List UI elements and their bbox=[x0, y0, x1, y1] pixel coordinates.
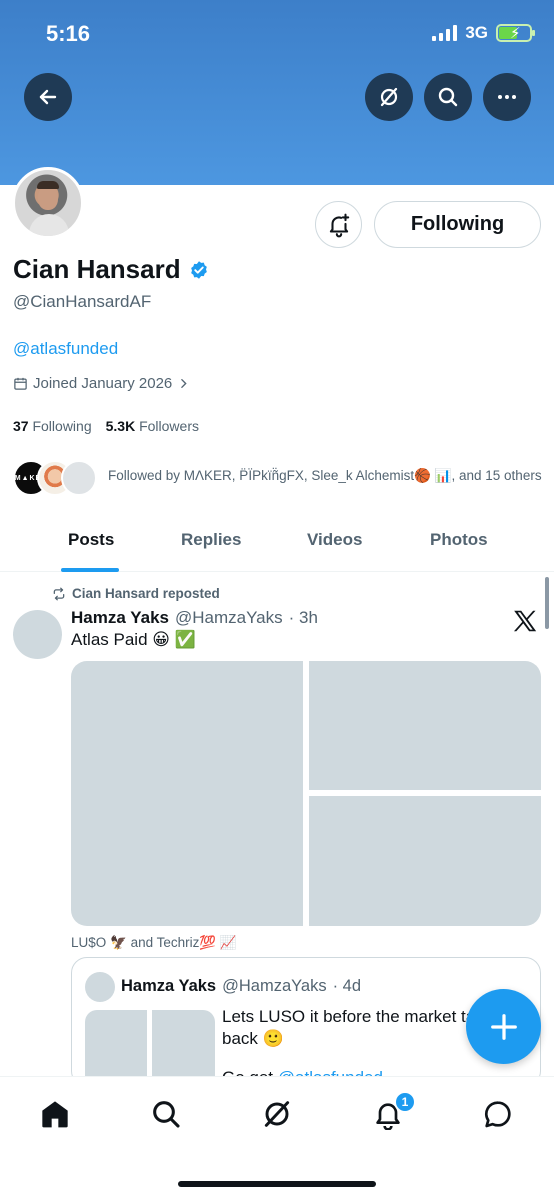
joined-text: Joined January 2026 bbox=[33, 375, 173, 392]
home-icon bbox=[42, 1101, 68, 1128]
following-count-link[interactable]: 37 Following bbox=[13, 418, 92, 434]
tagged-users[interactable]: LU$O 🦅 and Techriz💯 📈 bbox=[71, 935, 237, 951]
compose-post-button[interactable] bbox=[466, 989, 541, 1064]
joined-date[interactable]: Joined January 2026 bbox=[13, 375, 190, 392]
status-indicators: 3G ⚡ bbox=[432, 23, 535, 43]
post-image[interactable] bbox=[309, 661, 541, 790]
x-logo-icon bbox=[513, 610, 537, 632]
network-type: 3G bbox=[465, 23, 488, 42]
tab-photos[interactable]: Photos bbox=[430, 530, 488, 550]
quote-author-avatar bbox=[85, 972, 115, 1002]
active-tab-indicator bbox=[61, 568, 119, 572]
bell-plus-icon bbox=[329, 213, 349, 237]
followers-count-link[interactable]: 5.3K Followers bbox=[106, 418, 199, 434]
scrollbar[interactable] bbox=[545, 577, 549, 629]
grok-icon bbox=[264, 1101, 290, 1127]
display-name: Cian Hansard bbox=[13, 254, 209, 285]
follow-counts: 37 Following 5.3K Followers bbox=[13, 418, 199, 434]
nav-messages[interactable] bbox=[480, 1096, 516, 1132]
quote-header: Hamza Yaks @HamzaYaks · 4d bbox=[121, 977, 361, 996]
nav-search[interactable] bbox=[148, 1096, 184, 1132]
repost-icon bbox=[53, 587, 65, 600]
follower-avatar bbox=[61, 460, 97, 496]
bottom-navigation: 1 bbox=[0, 1076, 554, 1199]
following-button[interactable]: Following bbox=[374, 201, 541, 248]
tab-posts[interactable]: Posts bbox=[68, 530, 114, 550]
profile-handle: @CianHansardAF bbox=[13, 292, 152, 311]
quote-time: · 4d bbox=[332, 977, 362, 995]
tab-replies[interactable]: Replies bbox=[181, 530, 241, 550]
verified-badge-icon[interactable] bbox=[189, 260, 209, 280]
search-icon bbox=[438, 87, 458, 107]
status-time: 5:16 bbox=[46, 21, 91, 46]
tab-videos[interactable]: Videos bbox=[307, 530, 362, 550]
quote-author-handle: @HamzaYaks bbox=[222, 977, 327, 995]
search-button[interactable] bbox=[424, 73, 472, 121]
profile-tabs: Posts Replies Videos Photos bbox=[0, 520, 554, 572]
chat-bubble-icon bbox=[485, 1101, 511, 1128]
more-options-button[interactable] bbox=[483, 73, 531, 121]
post-author-avatar[interactable] bbox=[13, 610, 62, 659]
calendar-icon bbox=[14, 377, 27, 390]
post-image[interactable] bbox=[309, 796, 541, 926]
post-time: · 3h bbox=[288, 608, 318, 627]
post-media-grid bbox=[71, 661, 541, 926]
more-icon bbox=[498, 95, 516, 99]
nav-home[interactable] bbox=[37, 1096, 73, 1132]
battery-icon: ⚡ bbox=[496, 24, 535, 42]
post-author-name[interactable]: Hamza Yaks bbox=[71, 608, 169, 628]
repost-text: Cian Hansard reposted bbox=[72, 586, 220, 601]
post-author-handle[interactable]: @HamzaYaks bbox=[175, 608, 283, 628]
followed-by-text[interactable]: Followed by MΛKER, P̈ÏPkïñ̈gFX, Slee_k A… bbox=[108, 468, 542, 484]
chevron-right-icon bbox=[181, 379, 187, 388]
post-image[interactable] bbox=[71, 661, 303, 926]
grok-icon bbox=[380, 87, 398, 107]
display-name-text: Cian Hansard bbox=[13, 254, 181, 284]
post-header: Hamza Yaks @HamzaYaks · 3h bbox=[71, 608, 318, 628]
nav-grok[interactable] bbox=[259, 1096, 295, 1132]
home-indicator[interactable] bbox=[178, 1181, 376, 1187]
quote-author-name: Hamza Yaks bbox=[121, 977, 217, 995]
signal-icon bbox=[432, 25, 458, 41]
notify-bell-button[interactable] bbox=[315, 201, 362, 248]
grok-button[interactable] bbox=[365, 73, 413, 121]
post-text: Atlas Paid 😀 ✅ bbox=[71, 630, 196, 649]
bio-mention-link[interactable]: @atlasfunded bbox=[13, 339, 118, 359]
repost-indicator[interactable]: Cian Hansard reposted bbox=[52, 586, 220, 601]
back-arrow-icon bbox=[39, 89, 57, 105]
followed-by-avatars[interactable]: M▲KER bbox=[13, 460, 97, 498]
plus-icon bbox=[490, 1013, 517, 1040]
notification-badge: 1 bbox=[394, 1091, 416, 1113]
profile-avatar[interactable] bbox=[12, 167, 84, 239]
search-icon bbox=[153, 1101, 180, 1128]
back-button[interactable] bbox=[24, 73, 72, 121]
